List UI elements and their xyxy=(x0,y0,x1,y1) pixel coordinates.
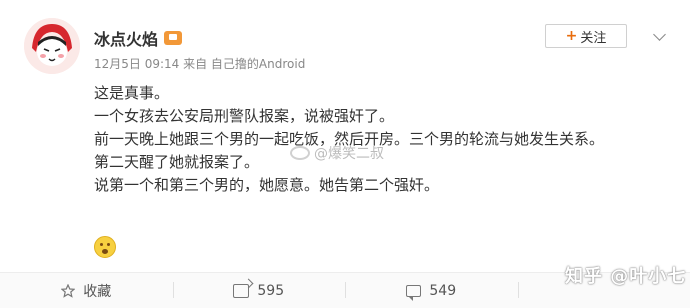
watermark-weibo-text: @爆笑二叔 xyxy=(314,143,384,163)
post-meta[interactable]: 12月5日 09:14 来自 自己撸的Android xyxy=(94,55,305,72)
avatar-image xyxy=(24,18,80,74)
favorite-label: 收藏 xyxy=(83,281,111,301)
chevron-down-icon[interactable] xyxy=(653,28,666,41)
emoji-mouth xyxy=(102,249,108,254)
content-line: 前一天晚上她跟三个男的一起吃饭，然后开房。三个男的轮流与她发生关系。 xyxy=(94,128,674,151)
content-line: 这是真事。 xyxy=(94,82,674,105)
avatar[interactable] xyxy=(24,18,80,74)
favorite-button[interactable]: 收藏 xyxy=(0,273,173,308)
comment-button[interactable]: 549 xyxy=(345,273,518,308)
star-icon xyxy=(61,284,75,298)
follow-label: 关注 xyxy=(580,27,606,46)
shush-emoji-icon xyxy=(94,236,116,258)
username[interactable]: 冰点火焰 xyxy=(94,26,158,50)
weibo-post: 冰点火焰 + 关注 12月5日 09:14 来自 自己撸的Android 这是真… xyxy=(0,0,690,270)
comment-count: 549 xyxy=(429,283,456,299)
repost-count: 595 xyxy=(257,283,284,299)
share-icon xyxy=(233,284,249,298)
content-line: 一个女孩去公安局刑警队报案，说被强奸了。 xyxy=(94,105,674,128)
watermark-zhihu: 知乎 @叶小七 xyxy=(565,262,686,288)
follow-button[interactable]: + 关注 xyxy=(545,24,627,48)
content-line: 第二天醒了她就报案了。 xyxy=(94,151,674,174)
plus-icon: + xyxy=(566,28,578,44)
username-row: 冰点火焰 xyxy=(94,26,182,50)
watermark-weibo: @爆笑二叔 xyxy=(290,143,384,163)
repost-button[interactable]: 595 xyxy=(173,273,346,308)
comment-icon xyxy=(406,285,421,297)
post-content: 这是真事。 一个女孩去公安局刑警队报案，说被强奸了。 前一天晚上她跟三个男的一起… xyxy=(94,82,674,197)
member-badge-icon[interactable] xyxy=(164,31,182,45)
weibo-logo-icon xyxy=(290,146,310,160)
content-line: 说第一个和第三个男的，她愿意。她告第二个强奸。 xyxy=(94,174,674,197)
